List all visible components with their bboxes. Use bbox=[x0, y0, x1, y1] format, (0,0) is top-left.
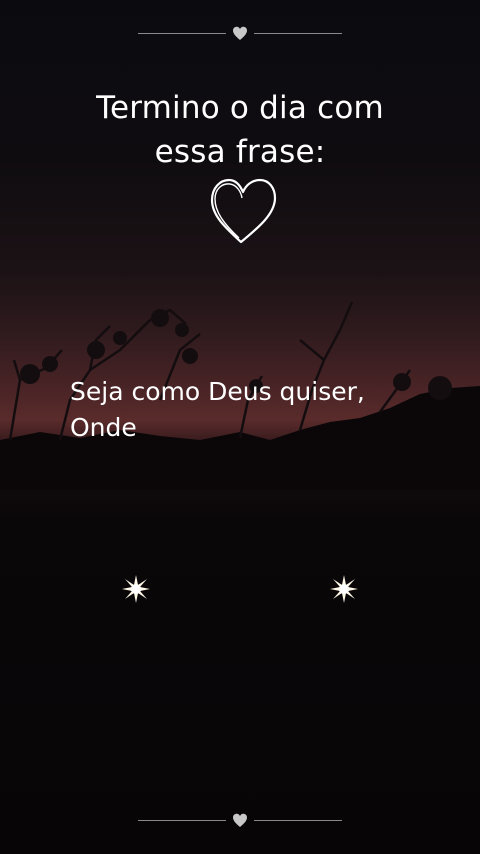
title-line-2: essa frase: bbox=[154, 134, 326, 170]
quote-line-1: Seja como Deus quiser, bbox=[70, 377, 365, 406]
bottom-divider bbox=[138, 811, 342, 831]
divider-line-right bbox=[254, 820, 342, 821]
heart-icon bbox=[233, 813, 247, 827]
sparkle-icon bbox=[330, 575, 358, 603]
divider-line-left bbox=[138, 33, 226, 34]
sparkle-icon bbox=[122, 575, 150, 603]
title-line-1: Termino o dia com bbox=[96, 90, 384, 126]
heart-icon bbox=[233, 26, 247, 40]
divider-line-left bbox=[138, 820, 226, 821]
title: Termino o dia com essa frase: bbox=[0, 86, 480, 174]
quote-line-2: Onde bbox=[70, 413, 137, 442]
heart-outline-icon bbox=[210, 178, 277, 244]
divider-line-right bbox=[254, 33, 342, 34]
quote-text: Seja como Deus quiser, Onde bbox=[70, 374, 450, 446]
top-divider bbox=[138, 24, 342, 44]
